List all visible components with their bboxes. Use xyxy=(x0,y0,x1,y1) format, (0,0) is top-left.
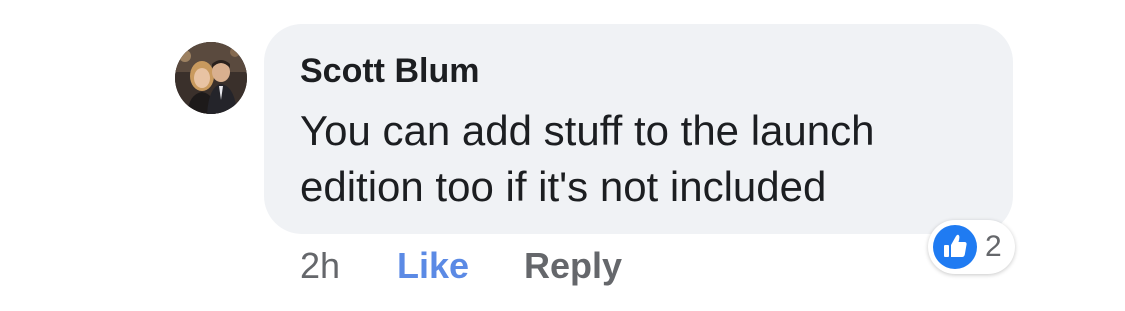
reaction-summary[interactable]: 2 xyxy=(928,220,1015,274)
comment-text: You can add stuff to the launch edition … xyxy=(300,107,875,210)
reply-button[interactable]: Reply xyxy=(524,244,622,288)
reaction-count: 2 xyxy=(985,230,1002,263)
like-button[interactable]: Like xyxy=(397,244,469,288)
comment-author[interactable]: Scott Blum xyxy=(300,51,479,91)
like-icon xyxy=(933,225,977,269)
comment-timestamp[interactable]: 2h xyxy=(300,244,340,288)
avatar[interactable] xyxy=(175,42,247,114)
comment: Scott Blum You can add stuff to the laun… xyxy=(0,0,1125,311)
